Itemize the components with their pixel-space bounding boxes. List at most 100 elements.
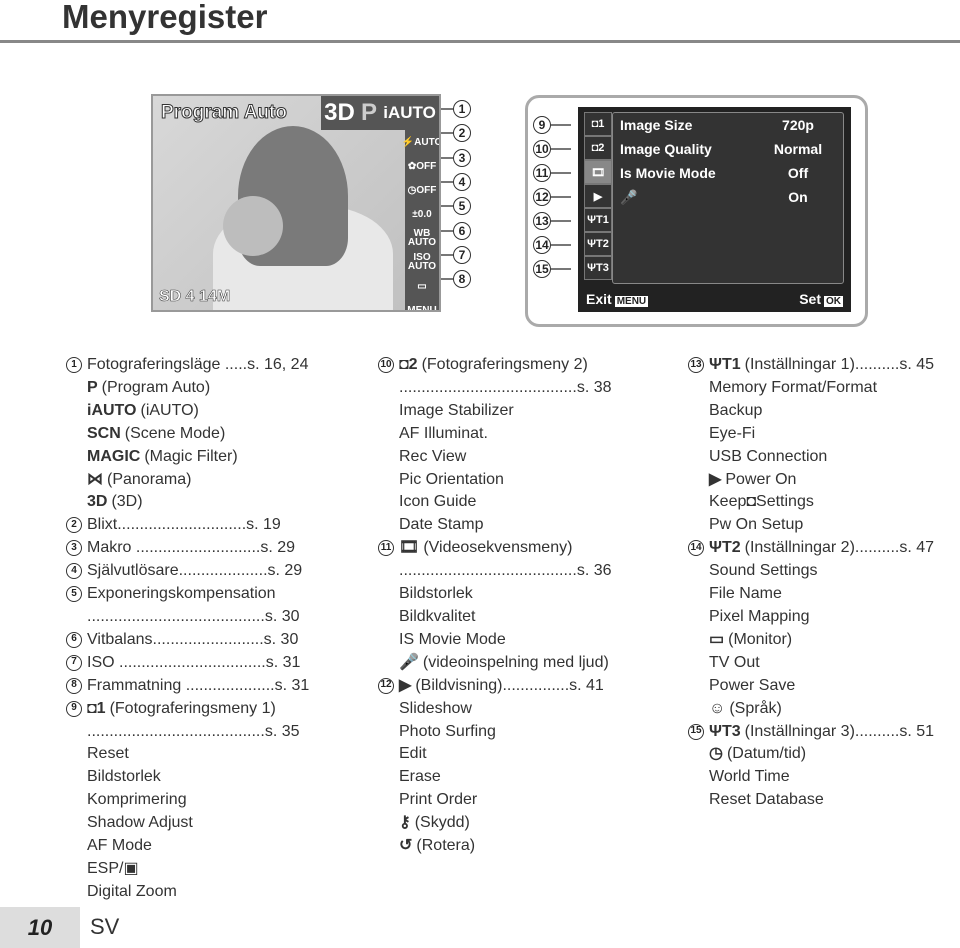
entry-number: 3 [66,540,82,557]
entry-icon: ΨT2 [709,539,741,557]
menu-tab[interactable]: 🎞 [584,160,612,184]
callout-number: 9 [533,116,551,134]
callout-line [551,220,571,222]
menu-item-label: 🎤 [620,188,638,205]
ok-key: OK [824,296,843,307]
page-title: Menyregister [62,0,268,35]
callout-line [441,180,453,183]
shooting-screen: Program Auto 3D P iAUTO ⚡AUTO ✿OFF ◷OFF ±0.… [151,94,441,312]
index-entry: 14 ΨT2 (Inställningar 2)..........s. 47 [688,537,934,560]
index-entry: ........................................… [378,560,612,583]
index-entry: Bildkvalitet [378,606,612,629]
entry-text: Pixel Mapping [709,607,810,625]
entry-text: Reset Database [709,791,824,809]
entry-icon: 🎤 [399,653,419,671]
entry-number: 10 [378,357,394,373]
menu-tab[interactable]: ▶ [584,184,612,208]
entry-text: (Datum/tid) [726,745,807,763]
entry-text: (Scene Mode) [124,424,226,442]
index-entry: SCN (Scene Mode) [66,423,309,446]
setting-icon: ▭ [417,280,427,292]
set-hint: Set OK [799,291,843,307]
entry-text: (Videosekvensmeny) [423,539,573,557]
entry-icon: ⋈ [87,470,103,488]
menu-tab[interactable]: ΨT3 [584,256,612,280]
callout-number: 15 [533,260,551,278]
index-entry: Bildstorlek [378,583,612,606]
menu-item[interactable]: Image Size 720p [613,113,843,137]
entry-text: IS Movie Mode [399,630,506,648]
callout-line [551,148,571,150]
index-entry: Icon Guide [378,491,612,514]
menu-item-label: Is Movie Mode [620,165,716,181]
entry-text: Photo Surfing [399,722,496,740]
entry-text: Slideshow [399,699,472,717]
callout-number: 6 [453,221,471,240]
index-entry: Pixel Mapping [688,606,934,629]
menu-tab[interactable]: ◘1 [584,112,612,136]
index-entry: AF Illuminat. [378,423,612,446]
setting-icon: MENU [407,304,437,312]
entry-text: Date Stamp [399,516,484,534]
entry-text: ........................................… [87,722,300,740]
index-entry: 9 ◘1 (Fotograferingsmeny 1) [66,698,309,721]
menu-item-value: On [788,189,808,205]
index-entry: Pic Orientation [378,469,612,492]
entry-text: Bildkvalitet [399,607,476,625]
callout-number: 5 [453,197,471,216]
callout-number: 11 [533,164,551,182]
callout-number: 2 [453,124,471,143]
callout-number: 4 [453,172,471,191]
mode-icons: 3D P iAUTO [321,96,439,130]
entry-text: Fotograferingsläge .....s. 16, 24 [87,356,309,373]
callout-line [441,278,453,281]
menu-item[interactable]: Is Movie Mode Off [613,161,843,185]
index-entry: MAGIC (Magic Filter) [66,446,309,469]
menu-tab[interactable]: ΨT1 [584,208,612,232]
menu-key: MENU [614,296,649,307]
index-entry: Date Stamp [378,514,612,537]
entry-text: Erase [399,768,441,786]
entry-text: (Inställningar 1)..........s. 45 [744,356,935,373]
callout-line [551,124,571,126]
entry-number: 12 [378,677,394,694]
menu-tab[interactable]: ΨT2 [584,232,612,256]
index-entry: Digital Zoom [66,881,309,904]
menu-tab[interactable]: ◘2 [584,136,612,160]
callout: 14 [533,236,571,254]
menu-screen: ◘1 ◘2 🎞 ▶ ΨT1 ΨT2 ΨT3 Image Size 720p Image Qual… [578,107,851,312]
setting-icon: ISO AUTO [407,252,437,272]
callout: 2 [441,124,481,143]
entry-text: (Fotograferingsmeny 2) [421,356,588,373]
callout: 13 [533,212,571,230]
entry-text: ........................................… [399,562,612,580]
entry-text: (Inställningar 2)..........s. 47 [744,539,935,557]
entry-number: 9 [66,700,82,717]
menu-item[interactable]: 🎤 On [613,185,843,209]
menu-item-label: Image Quality [620,141,712,157]
menu-item[interactable]: Image Quality Normal [613,137,843,161]
index-entry: Print Order [378,789,612,812]
index-entry: ▶ Power On [688,469,934,492]
entry-text: Shadow Adjust [87,814,193,832]
entry-text: Pic Orientation [399,470,504,488]
index-entry: 12 ▶ (Bildvisning)...............s. 41 [378,675,612,698]
menu-item-value: 720p [782,117,814,133]
index-entry: Edit [378,743,612,766]
entry-text: (Panorama) [107,470,192,488]
callout-number: 13 [533,212,551,230]
entry-text: (Språk) [729,699,782,717]
callout-line [441,132,453,135]
entry-number: 8 [66,677,82,694]
index-entry: Power Save [688,675,934,698]
entry-number: 7 [66,654,82,671]
setting-icons: ⚡AUTO ✿OFF ◷OFF ±0.0 WB AUTO ISO AUTO ▭ MENU [402,130,439,312]
index-entry: Photo Surfing [378,721,612,744]
entry-text: Makro ............................s. 29 [87,539,296,557]
entry-text: (Inställningar 3)..........s. 51 [744,722,935,740]
entry-text: Power On [725,470,797,488]
entry-icon: ▶ [399,676,412,694]
callout-line [441,156,453,159]
entry-icon: ⚷ [399,814,411,832]
entry-text: Rec View [399,447,467,465]
